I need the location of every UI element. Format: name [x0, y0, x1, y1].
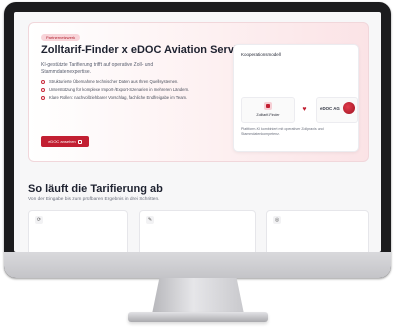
check-circle-icon — [41, 96, 45, 100]
zolltarif-finder-logo: Zolltarif-Finder — [241, 97, 295, 123]
edit-icon: ✎ — [146, 216, 154, 224]
feature-text: Klare Rollen: nachvollziehbarer Vorschla… — [49, 95, 188, 100]
cooperation-panel: Kooperationsmodell Zolltarif-Finder ♥ eD… — [233, 44, 359, 152]
refresh-icon: ⟳ — [35, 216, 43, 224]
monitor-base — [128, 312, 268, 322]
screen: Partnernetzwerk Zolltarif-Finder x eDOC … — [14, 12, 381, 252]
partner-badge: Partnernetzwerk — [41, 34, 81, 41]
step-card: ✎ — [139, 210, 256, 252]
monitor: Partnernetzwerk Zolltarif-Finder x eDOC … — [4, 2, 391, 278]
feature-item: Strukturierte Übernahme technischer Date… — [41, 79, 209, 85]
hero-card: Partnernetzwerk Zolltarif-Finder x eDOC … — [28, 22, 369, 162]
step-card: ◎ — [266, 210, 369, 252]
cta-label: eDOC ansehen — [48, 139, 76, 144]
feature-text: Unterstützung für komplexe Import-/Expor… — [49, 87, 190, 92]
check-circle-icon — [41, 80, 45, 84]
steps-title: So läuft die Tarifierung ab — [28, 183, 163, 195]
cooperation-description: Plattform-KI kombiniert mit operativer Z… — [241, 127, 324, 136]
monitor-stand — [152, 278, 244, 314]
steps-subtitle: Von der Eingabe bis zum prüfbaren Ergebn… — [28, 197, 160, 202]
edoc-view-button[interactable]: eDOC ansehen — [41, 136, 89, 147]
hero-title: Zolltarif-Finder x eDOC Aviation Service — [41, 44, 250, 56]
partner-right-label: eDOC AG — [320, 106, 340, 111]
cooperation-title: Kooperationsmodell — [241, 52, 281, 57]
feature-item: Unterstützung für komplexe Import-/Expor… — [41, 87, 209, 93]
partner-left-label: Zolltarif-Finder — [256, 113, 280, 117]
step-card: ⟳ — [28, 210, 128, 252]
monitor-chin — [4, 252, 391, 278]
edoc-logo: eDOC AG — [316, 97, 358, 123]
target-icon: ◎ — [273, 216, 281, 224]
feature-text: Strukturierte Übernahme technischer Date… — [49, 79, 179, 84]
edoc-logo-icon — [343, 102, 355, 114]
feature-item: Klare Rollen: nachvollziehbarer Vorschla… — [41, 95, 209, 101]
feature-list: Strukturierte Übernahme technischer Date… — [41, 79, 209, 103]
external-link-icon — [77, 139, 82, 144]
zolltarif-logo-icon — [264, 102, 272, 110]
heart-icon: ♥ — [302, 106, 307, 113]
hero-subtitle: KI-gestützte Tarifierung trifft auf oper… — [41, 62, 154, 75]
check-circle-icon — [41, 88, 45, 92]
